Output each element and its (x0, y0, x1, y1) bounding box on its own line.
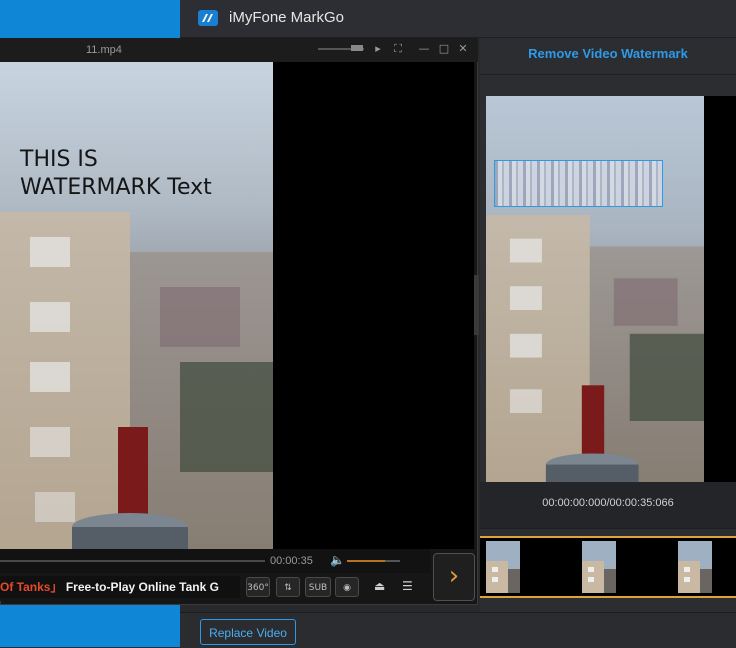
minimize-icon[interactable]: — (418, 42, 430, 56)
timeline-thumbnail (486, 541, 520, 593)
preview-video-frame (486, 96, 704, 482)
resize-grip[interactable] (474, 275, 479, 335)
divider (480, 74, 736, 75)
seek-time: 00:00:35 (270, 555, 313, 567)
watermark-selection-box[interactable] (494, 160, 663, 207)
subtitle-button[interactable]: SUB (305, 577, 331, 597)
app-title: iMyFone MarkGo (229, 9, 345, 26)
player-titlebar (0, 38, 478, 62)
chevron-right-icon[interactable]: › (433, 553, 475, 601)
playlist-icon[interactable]: ☰ (402, 579, 413, 593)
ad-banner[interactable]: Of Tanks」 Free-to-Play Online Tank G (0, 576, 240, 598)
equalizer-icon[interactable]: ⇅ (276, 577, 300, 597)
replace-video-button[interactable]: Replace Video (200, 619, 296, 645)
maximize-icon[interactable]: □ (438, 42, 450, 56)
timeline-strip[interactable] (480, 536, 736, 598)
player-title-slider-knob[interactable] (351, 45, 363, 51)
timeline-thumbnail (582, 541, 616, 593)
camera-icon[interactable]: ◉ (335, 577, 359, 597)
vr-360-button[interactable]: 360° (246, 577, 270, 597)
ad-prefix: Of Tanks」 (0, 580, 63, 594)
seek-bar[interactable] (0, 560, 265, 562)
panel-title: Remove Video Watermark (528, 46, 688, 61)
watermark-text: THIS IS WATERMARK Text (20, 147, 212, 200)
timeline-thumbnail (678, 541, 712, 593)
volume-slider-rest[interactable] (385, 560, 400, 562)
markgo-logo-icon (198, 10, 218, 26)
video-frame (0, 62, 273, 549)
play-next-icon[interactable]: ▸ (372, 42, 384, 56)
ad-text: Free-to-Play Online Tank G (65, 580, 219, 594)
close-icon[interactable]: ✕ (457, 42, 469, 56)
timecode: 00:00:00:000/00:00:35:066 (542, 497, 674, 509)
fullscreen-icon[interactable]: ⛶ (392, 42, 404, 56)
eject-icon[interactable]: ⏏ (374, 579, 385, 593)
speaker-icon[interactable]: 🔈 (330, 553, 345, 567)
player-filename: 11.mp4 (86, 44, 122, 56)
